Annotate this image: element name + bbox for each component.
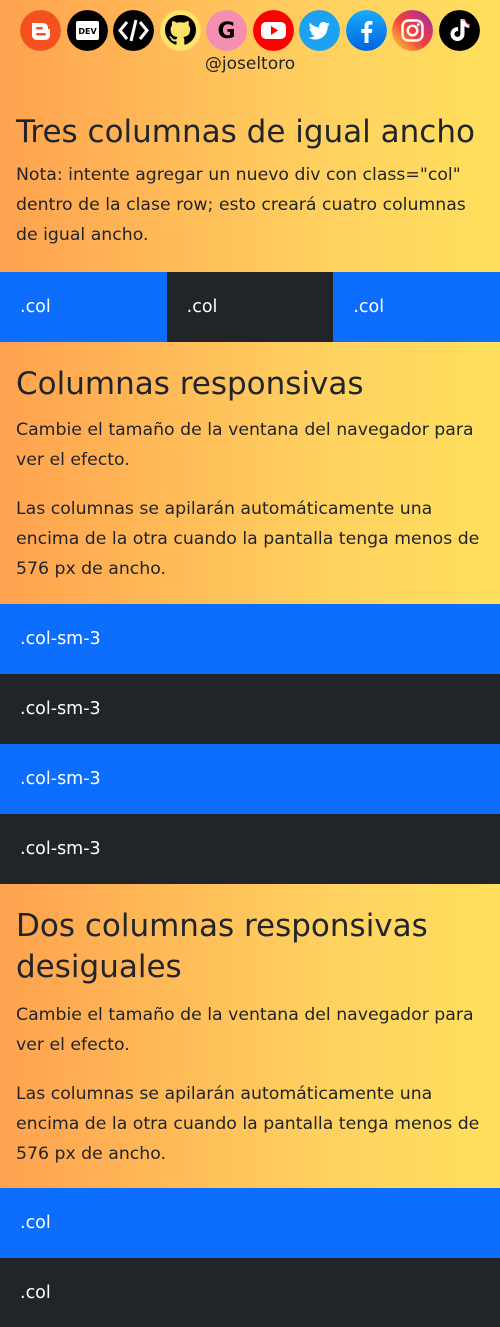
section-title: Columnas responsivas bbox=[16, 366, 364, 402]
instagram-icon[interactable] bbox=[392, 10, 434, 51]
social-icons-bar: DEV G bbox=[0, 10, 500, 51]
column-2: .col bbox=[0, 1258, 500, 1327]
blogger-icon[interactable] bbox=[20, 10, 62, 51]
unequal-columns-stack: .col .col bbox=[0, 1188, 500, 1327]
column-1: .col bbox=[0, 1188, 500, 1258]
section-note: Nota: intente agregar un nuevo div con c… bbox=[16, 165, 466, 245]
code-icon[interactable] bbox=[113, 10, 155, 51]
section-title: Tres columnas de igual ancho bbox=[16, 114, 475, 150]
section-responsive-columns: Columnas responsivas Cambie el tamaño de… bbox=[16, 364, 486, 584]
responsive-columns-stack: .col-sm-3 .col-sm-3 .col-sm-3 .col-sm-3 bbox=[0, 604, 500, 884]
google-icon[interactable]: G bbox=[206, 10, 248, 51]
section-paragraph-2: Las columnas se apilarán automáticamente… bbox=[16, 1084, 480, 1164]
column-1: .col bbox=[0, 272, 167, 342]
svg-text:DEV: DEV bbox=[78, 27, 97, 36]
section-unequal-columns: Dos columnas responsivas desiguales Camb… bbox=[16, 906, 486, 1169]
section-paragraph-2: Las columnas se apilarán automáticamente… bbox=[16, 499, 480, 579]
equal-columns-row: .col .col .col bbox=[0, 272, 500, 342]
social-handle: @joseltoro bbox=[204, 54, 296, 74]
section-paragraph-1: Cambie el tamaño de la ventana del naveg… bbox=[16, 1005, 474, 1055]
section-equal-columns: Tres columnas de igual ancho Nota: inten… bbox=[16, 112, 486, 250]
tiktok-icon[interactable] bbox=[438, 10, 480, 51]
svg-text:G: G bbox=[218, 19, 236, 44]
column-1: .col-sm-3 bbox=[0, 604, 500, 674]
youtube-icon[interactable] bbox=[252, 10, 294, 51]
section-title: Dos columnas responsivas desiguales bbox=[16, 908, 428, 985]
column-4: .col-sm-3 bbox=[0, 814, 500, 884]
github-icon[interactable] bbox=[159, 10, 201, 51]
column-2: .col bbox=[166, 272, 334, 342]
column-3: .col-sm-3 bbox=[0, 744, 500, 814]
dev-icon[interactable]: DEV bbox=[66, 10, 108, 51]
section-paragraph-1: Cambie el tamaño de la ventana del naveg… bbox=[16, 420, 474, 470]
twitter-icon[interactable] bbox=[299, 10, 341, 51]
column-3: .col bbox=[333, 272, 500, 342]
column-2: .col-sm-3 bbox=[0, 674, 500, 744]
facebook-icon[interactable] bbox=[345, 10, 387, 51]
